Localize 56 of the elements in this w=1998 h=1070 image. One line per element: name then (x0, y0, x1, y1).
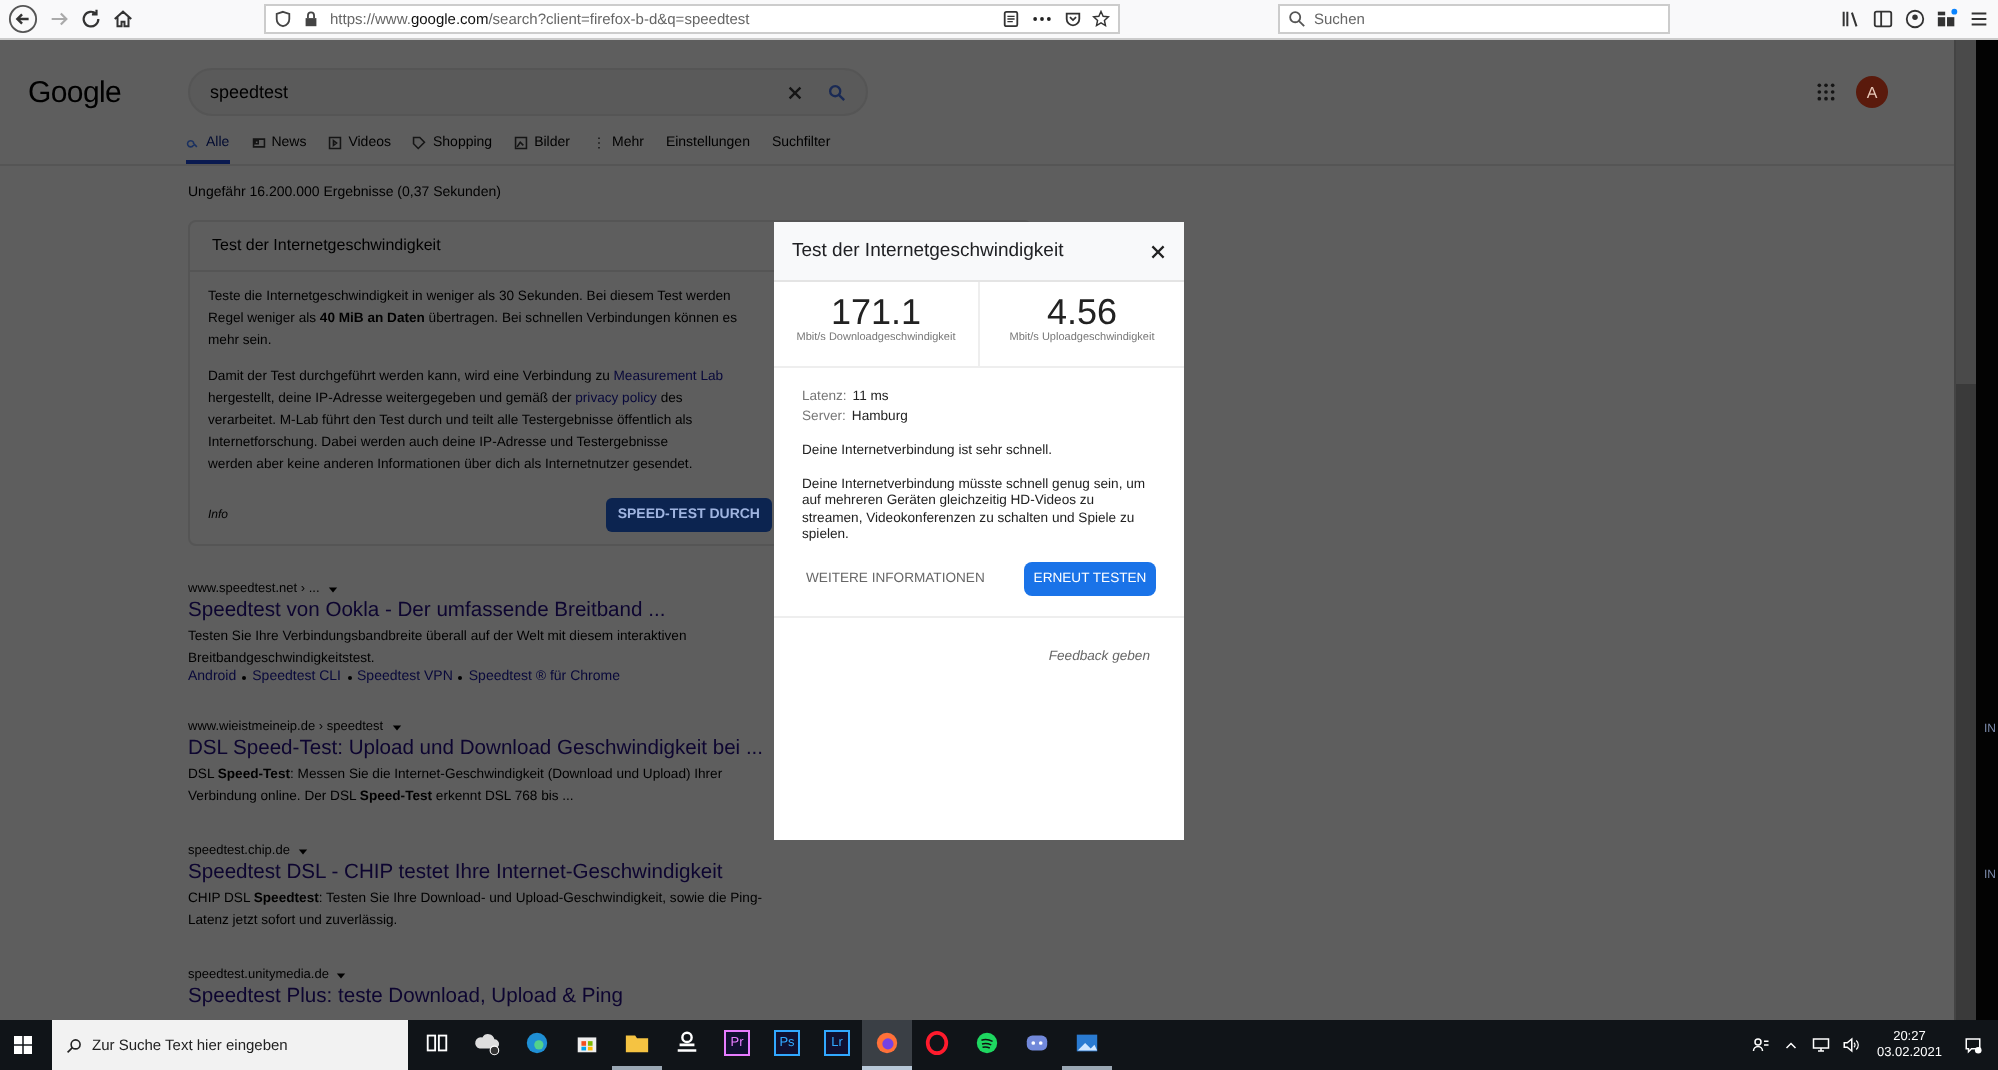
reload-icon[interactable] (80, 8, 102, 30)
chat-icon (1024, 1030, 1050, 1056)
separator-dot-icon (242, 675, 247, 679)
lock-icon (302, 10, 320, 28)
swirl-icon (524, 1030, 550, 1056)
separator-dot-icon (458, 675, 463, 679)
apps-grid-icon[interactable] (1816, 82, 1836, 102)
people-icon[interactable] (1752, 1036, 1771, 1054)
folder-icon (624, 1030, 650, 1056)
picture-icon (1074, 1030, 1100, 1056)
separator-dot-icon (347, 675, 352, 679)
download-speed: 171.1 (830, 294, 922, 332)
close-icon[interactable] (1150, 243, 1166, 259)
reader-view-icon[interactable] (1002, 10, 1020, 28)
shield-icon[interactable] (274, 10, 292, 28)
clear-icon[interactable] (786, 83, 804, 101)
speaker-icon[interactable] (1842, 1036, 1861, 1054)
scrollbar[interactable] (1954, 40, 1976, 1020)
pocket-icon[interactable] (1064, 10, 1082, 28)
figure-icon (674, 1030, 700, 1056)
search-icon (186, 136, 200, 150)
result-title[interactable]: Speedtest Plus: teste Download, Upload & Ping (188, 982, 624, 1012)
sound-waves-icon (974, 1030, 1000, 1056)
taskbar-app[interactable] (862, 1020, 912, 1070)
dropdown-caret-icon[interactable] (336, 971, 347, 979)
library-icon[interactable] (1840, 8, 1862, 30)
account-icon[interactable] (1904, 8, 1926, 30)
newspaper-icon (251, 136, 266, 150)
dropdown-caret-icon[interactable] (297, 847, 308, 855)
play-icon (328, 136, 343, 150)
cloud-icon (474, 1030, 500, 1056)
task-view-icon (424, 1030, 450, 1056)
tag-icon (412, 136, 427, 150)
network-icon[interactable] (1812, 1036, 1831, 1054)
home-icon[interactable] (112, 8, 134, 30)
extensions-icon[interactable] (1936, 8, 1958, 30)
search-field[interactable]: speedtest (188, 68, 868, 116)
google-logo[interactable]: Google (28, 75, 164, 109)
back-icon[interactable] (8, 4, 38, 34)
dropdown-caret-icon[interactable] (327, 585, 338, 593)
upload-speed: 4.56 (1046, 294, 1118, 332)
star-icon[interactable] (1092, 10, 1110, 28)
search-icon (66, 1037, 82, 1053)
dropdown-caret-icon[interactable] (391, 723, 402, 731)
globe-icon (874, 1030, 900, 1056)
menu-icon[interactable] (1968, 8, 1990, 30)
ring-icon (924, 1030, 950, 1056)
result-title[interactable]: Speedtest von Ookla - Der umfassende Breitband ... (188, 596, 666, 626)
search-icon (1288, 10, 1306, 28)
sidebar-icon[interactable] (1872, 8, 1894, 30)
windows-start-icon[interactable] (14, 1036, 32, 1054)
notification-icon[interactable] (1964, 1036, 1982, 1054)
avatar[interactable]: A (1856, 76, 1888, 108)
image-icon (514, 136, 529, 150)
result-title[interactable]: DSL Speed-Test: Upload und Download Geschwindigkeit bei ... (188, 734, 764, 764)
result-title[interactable]: Speedtest DSL - CHIP testet Ihre Internet-Geschwindigkeit (188, 858, 723, 888)
